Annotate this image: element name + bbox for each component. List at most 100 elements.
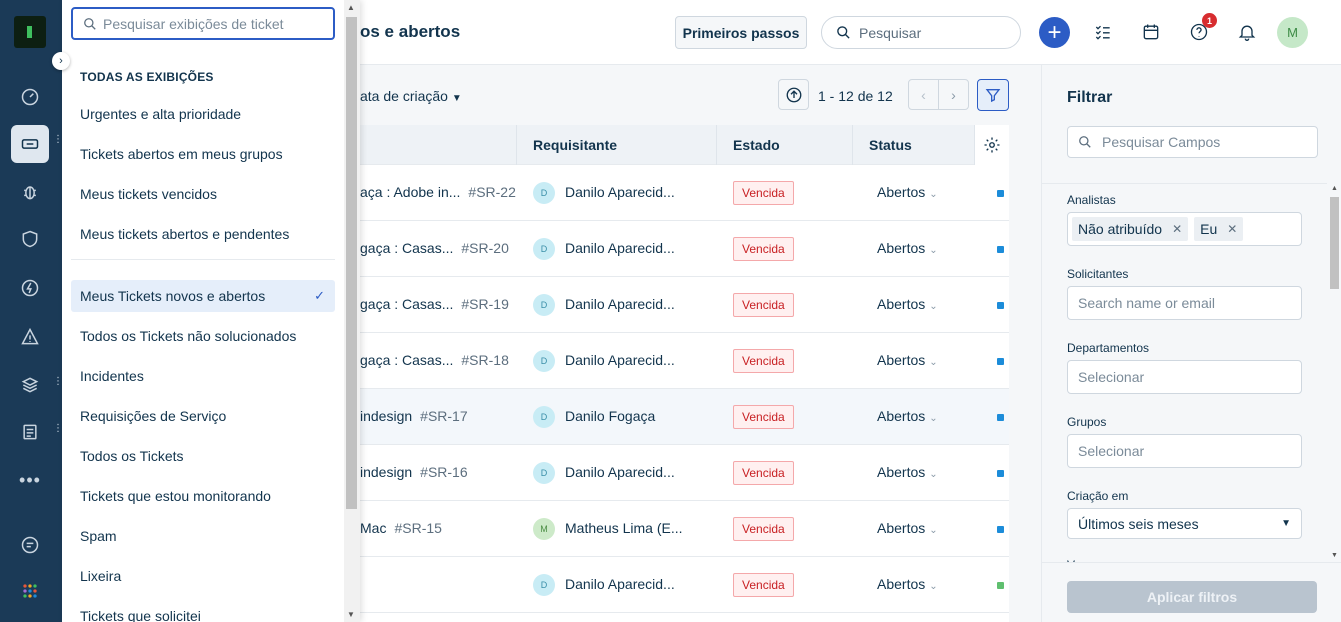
document-more-icon[interactable]: ⋮ <box>53 424 63 434</box>
views-scrollbar[interactable]: ▲ ▼ <box>344 0 360 622</box>
requester-name[interactable]: Danilo Aparecid... <box>565 464 675 480</box>
status-dropdown[interactable]: Abertos ⌄ <box>877 520 938 536</box>
company-logo[interactable] <box>14 16 46 48</box>
view-item[interactable]: Urgentes e alta prioridade <box>71 98 335 130</box>
sort-dropdown[interactable]: ata de criação ▼ <box>360 88 462 104</box>
filter-scrollbar[interactable]: ▲ ▼ <box>1327 183 1341 563</box>
expand-nav-chevron-icon[interactable]: › <box>52 52 70 70</box>
view-item[interactable]: Tickets que estou monitorando <box>71 480 335 512</box>
apply-filters-button[interactable]: Aplicar filtros <box>1067 581 1317 613</box>
ticket-subject[interactable] <box>360 576 368 592</box>
views-search-field[interactable] <box>71 7 335 40</box>
view-item[interactable]: Tickets abertos em meus grupos <box>71 138 335 170</box>
calendar-icon[interactable] <box>1140 21 1162 43</box>
ticket-more-icon[interactable]: ⋮ <box>53 135 63 145</box>
table-row[interactable]: gaça : Casas... #SR-18 D Danilo Aparecid...… <box>360 333 1009 389</box>
dashboard-icon[interactable] <box>19 86 41 108</box>
tickets-table: Requisitante Estado Status aça : Adobe i… <box>360 125 1009 622</box>
departments-select[interactable]: Selecionar <box>1067 360 1302 394</box>
status-dropdown[interactable]: Abertos ⌄ <box>877 408 938 424</box>
view-item[interactable]: Meus Tickets novos e abertos ✓ <box>71 280 335 312</box>
filter-fields-search[interactable]: Pesquisar Campos <box>1067 126 1318 158</box>
ticket-subject[interactable]: indesign #SR-16 <box>360 464 468 480</box>
view-item[interactable]: Spam <box>71 520 335 552</box>
status-dropdown[interactable]: Abertos ⌄ <box>877 296 938 312</box>
table-row[interactable]: D Danilo Aparecid... Vencida Abertos ⌄ <box>360 557 1009 613</box>
bell-icon[interactable] <box>1236 21 1258 43</box>
shield-icon[interactable] <box>19 228 41 250</box>
remove-tag-icon[interactable]: ✕ <box>1227 222 1237 236</box>
created-period-select[interactable]: Últimos seis meses ▼ <box>1067 508 1302 539</box>
requester-name[interactable]: Danilo Aparecid... <box>565 352 675 368</box>
requester-avatar: D <box>533 238 555 260</box>
layers-more-icon[interactable]: ⋮ <box>53 377 63 387</box>
layers-icon[interactable] <box>19 374 41 396</box>
table-row[interactable]: gaça : Casas... #SR-20 D Danilo Aparecid...… <box>360 221 1009 277</box>
status-dropdown[interactable]: Abertos ⌄ <box>877 352 938 368</box>
view-item[interactable]: Tickets que solicitei <box>71 600 335 622</box>
column-state[interactable]: Estado <box>733 137 780 153</box>
status-dropdown[interactable]: Abertos ⌄ <box>877 240 938 256</box>
ticket-subject[interactable]: indesign #SR-17 <box>360 408 468 424</box>
lightning-icon[interactable] <box>19 277 41 299</box>
status-value: Abertos <box>877 184 926 200</box>
table-row[interactable]: Mac #SR-15 M Matheus Lima (E... Vencida Abert… <box>360 501 1009 557</box>
chat-icon[interactable] <box>19 534 41 556</box>
ticket-icon[interactable] <box>19 133 41 155</box>
prev-page-button[interactable]: ‹ <box>908 79 939 110</box>
groups-label: Grupos <box>1067 415 1107 429</box>
export-button[interactable] <box>778 79 809 110</box>
bug-icon[interactable] <box>19 181 41 203</box>
requester-name[interactable]: Danilo Aparecid... <box>565 184 675 200</box>
ticket-subject[interactable]: gaça : Casas... #SR-20 <box>360 240 509 256</box>
requester-name[interactable]: Danilo Aparecid... <box>565 576 675 592</box>
view-item[interactable]: Lixeira <box>71 560 335 592</box>
view-item[interactable]: Incidentes <box>71 360 335 392</box>
ticket-subject-text: gaça : Casas... <box>360 296 454 312</box>
view-item-label: Todos os Tickets não solucionados <box>80 328 297 344</box>
ticket-subject[interactable]: Mac #SR-15 <box>360 520 442 536</box>
groups-select[interactable]: Selecionar <box>1067 434 1302 468</box>
requester-name[interactable]: Danilo Fogaça <box>565 408 655 424</box>
getting-started-button[interactable]: Primeiros passos <box>675 16 807 49</box>
views-search-input[interactable] <box>103 15 323 32</box>
table-row[interactable]: aça : Adobe in... #SR-22 D Danilo Aparecid.… <box>360 165 1009 221</box>
app-grid-icon[interactable] <box>19 580 41 602</box>
requester-name[interactable]: Matheus Lima (E... <box>565 520 683 536</box>
table-row[interactable]: indesign #SR-17 D Danilo Fogaça Vencida Abert… <box>360 389 1009 445</box>
requester-name[interactable]: Danilo Aparecid... <box>565 240 675 256</box>
checklist-icon[interactable] <box>1092 21 1114 43</box>
requesters-input[interactable]: Search name or email <box>1067 286 1302 320</box>
chevron-down-icon: ⌄ <box>929 301 938 312</box>
status-dropdown[interactable]: Abertos ⌄ <box>877 464 938 480</box>
document-icon[interactable] <box>19 421 41 443</box>
status-dropdown[interactable]: Abertos ⌄ <box>877 184 938 200</box>
view-item-label: Urgentes e alta prioridade <box>80 106 242 122</box>
requester-name[interactable]: Danilo Aparecid... <box>565 296 675 312</box>
next-page-button[interactable]: › <box>938 79 969 110</box>
table-row[interactable]: indesign #SR-16 D Danilo Aparecid... Vencida… <box>360 445 1009 501</box>
view-item[interactable]: Todos os Tickets não solucionados <box>71 320 335 352</box>
column-status[interactable]: Status <box>869 137 912 153</box>
ticket-subject[interactable]: gaça : Casas... #SR-19 <box>360 296 509 312</box>
view-item[interactable]: Requisições de Serviço <box>71 400 335 432</box>
analysts-multiselect[interactable]: Não atribuído ✕ Eu ✕ <box>1067 212 1302 246</box>
global-search-input[interactable]: Pesquisar <box>821 16 1021 49</box>
user-avatar[interactable]: M <box>1277 17 1308 48</box>
ticket-subject[interactable]: aça : Adobe in... #SR-22 <box>360 184 516 200</box>
filter-toggle-button[interactable] <box>977 79 1009 111</box>
warning-icon[interactable] <box>19 326 41 348</box>
ticket-number: #SR-20 <box>461 240 509 256</box>
remove-tag-icon[interactable]: ✕ <box>1172 222 1182 236</box>
column-requester[interactable]: Requisitante <box>533 137 617 153</box>
view-item[interactable]: Meus tickets vencidos <box>71 178 335 210</box>
new-item-plus-button[interactable]: + <box>1039 17 1070 48</box>
ticket-subject[interactable]: gaça : Casas... #SR-18 <box>360 352 509 368</box>
status-dropdown[interactable]: Abertos ⌄ <box>877 576 938 592</box>
more-apps-icon[interactable]: ••• <box>19 469 41 491</box>
column-settings-gear-icon[interactable] <box>974 125 1009 165</box>
table-row[interactable]: gaça : Casas... #SR-19 D Danilo Aparecid...… <box>360 277 1009 333</box>
requester-avatar: D <box>533 350 555 372</box>
view-item[interactable]: Todos os Tickets <box>71 440 335 472</box>
view-item[interactable]: Meus tickets abertos e pendentes <box>71 218 335 250</box>
